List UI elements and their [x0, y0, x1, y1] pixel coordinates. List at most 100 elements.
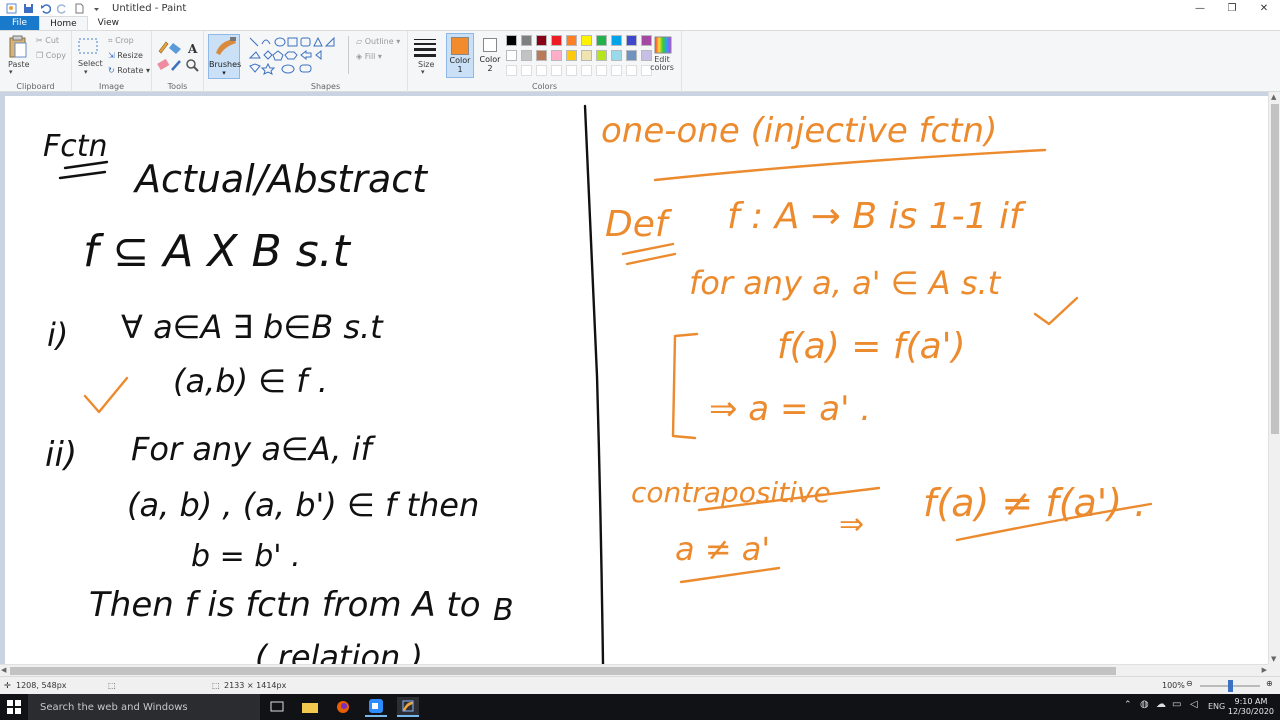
vertical-scrollbar[interactable]: ▲ ▼	[1268, 92, 1280, 664]
paste-button[interactable]	[8, 35, 28, 62]
zoom-out-icon[interactable]: ⊖	[1186, 679, 1193, 688]
file-explorer-icon[interactable]	[299, 697, 321, 717]
palette-custom-swatch[interactable]	[611, 65, 622, 76]
palette-swatch[interactable]	[566, 50, 577, 61]
palette-swatch[interactable]	[626, 50, 637, 61]
scroll-left-icon[interactable]: ◀	[1, 666, 6, 674]
taskbar-clock[interactable]: 9:10 AM 12/30/2020	[1228, 697, 1274, 717]
select-dropdown-icon[interactable]: ▾	[84, 68, 88, 76]
redo-icon[interactable]	[56, 3, 68, 14]
search-placeholder: Search the web and Windows	[40, 701, 188, 713]
tab-view[interactable]: View	[88, 16, 129, 30]
brushes-label: Brushes	[209, 60, 242, 69]
palette-swatch[interactable]	[521, 35, 532, 46]
scroll-up-icon[interactable]: ▲	[1271, 93, 1276, 101]
palette-custom-swatch[interactable]	[581, 65, 592, 76]
palette-swatch[interactable]	[551, 35, 562, 46]
zoom-slider[interactable]	[1200, 680, 1260, 692]
colors-group: Size ▾ Color 1 Color 2 Edit colors Color…	[408, 31, 682, 92]
palette-swatch[interactable]	[536, 50, 547, 61]
palette-swatch[interactable]	[506, 50, 517, 61]
zoom-slider-thumb[interactable]	[1228, 680, 1233, 692]
palette-swatch[interactable]	[596, 35, 607, 46]
minimize-icon[interactable]: —	[1184, 0, 1216, 16]
horizontal-scroll-thumb[interactable]	[10, 667, 1116, 675]
task-view-icon[interactable]	[266, 697, 288, 717]
pencil-icon[interactable]	[158, 41, 169, 54]
scroll-right-icon[interactable]: ▶	[1262, 666, 1267, 674]
size-dropdown-icon[interactable]: ▾	[421, 68, 425, 76]
fill-button[interactable]: ◈ Fill ▾	[356, 52, 382, 61]
horizontal-scrollbar[interactable]: ◀ ▶	[0, 664, 1268, 676]
palette-custom-swatch[interactable]	[521, 65, 532, 76]
network-tray-icon[interactable]: ◍	[1140, 699, 1149, 710]
palette-swatch[interactable]	[611, 50, 622, 61]
palette-custom-swatch[interactable]	[551, 65, 562, 76]
crop-button[interactable]: ⌗ Crop	[108, 36, 134, 46]
new-file-icon[interactable]	[74, 3, 85, 14]
taskbar-search[interactable]: Search the web and Windows	[28, 694, 260, 720]
maximize-icon[interactable]: ❐	[1216, 0, 1248, 16]
start-icon[interactable]	[3, 697, 25, 717]
scroll-down-icon[interactable]: ▼	[1271, 655, 1276, 663]
fill-icon[interactable]	[169, 43, 181, 54]
firefox-icon[interactable]	[332, 697, 354, 717]
shapes-gallery[interactable]	[248, 36, 348, 76]
magnifier-icon[interactable]	[186, 59, 199, 72]
save-icon[interactable]	[23, 3, 34, 14]
edit-colors-button[interactable]	[654, 36, 672, 57]
palette-swatch[interactable]	[581, 50, 592, 61]
color2-button[interactable]: Color 2	[478, 33, 502, 78]
palette-custom-swatch[interactable]	[596, 65, 607, 76]
text-icon[interactable]: A	[187, 42, 198, 56]
color-picker-icon[interactable]	[171, 60, 181, 71]
cond2-pairs: (a, b) , (a, b') ∈ f then	[127, 486, 479, 524]
size-button[interactable]	[413, 37, 437, 60]
customize-qa-icon[interactable]	[91, 3, 102, 14]
select-button[interactable]	[77, 36, 99, 59]
image-group: Select ▾ ⌗ Crop ⇲ Resize ↻ Rotate ▾ Imag…	[72, 31, 152, 92]
eraser-icon[interactable]	[157, 58, 170, 70]
vertical-scroll-thumb[interactable]	[1271, 104, 1279, 434]
paste-dropdown-icon[interactable]: ▾	[9, 68, 13, 76]
palette-swatch[interactable]	[506, 35, 517, 46]
color2-label: Color 2	[479, 55, 501, 73]
onedrive-tray-icon[interactable]: ☁	[1156, 699, 1166, 710]
palette-swatch[interactable]	[611, 35, 622, 46]
palette-swatch[interactable]	[641, 35, 652, 46]
palette-swatch[interactable]	[581, 35, 592, 46]
outline-label: Outline	[364, 37, 394, 46]
palette-custom-swatch[interactable]	[536, 65, 547, 76]
rotate-button[interactable]: ↻ Rotate ▾	[108, 66, 150, 75]
outline-button[interactable]: ▱ Outline ▾	[356, 37, 400, 46]
ribbon: Paste ▾ ✂ Cut ❐ Copy Clipboard Select ▾ …	[0, 31, 1280, 92]
palette-swatch[interactable]	[626, 35, 637, 46]
scissors-icon: ✂	[36, 36, 46, 45]
palette-swatch[interactable]	[596, 50, 607, 61]
color1-button[interactable]: Color 1	[446, 33, 474, 78]
close-icon[interactable]: ✕	[1248, 0, 1280, 16]
zoom-in-icon[interactable]: ⊕	[1266, 679, 1273, 688]
palette-swatch[interactable]	[521, 50, 532, 61]
resize-button[interactable]: ⇲ Resize	[108, 51, 143, 60]
language-indicator[interactable]: ENG	[1208, 702, 1225, 711]
palette-custom-swatch[interactable]	[566, 65, 577, 76]
show-hidden-icons-icon[interactable]: ⌃	[1124, 700, 1132, 710]
undo-icon[interactable]	[40, 3, 52, 14]
drawing-canvas[interactable]: Fctn Actual/Abstract f ⊆ A X B s.t i) ∀ …	[5, 96, 1268, 664]
shapes-scroll-icon[interactable]	[348, 36, 352, 74]
palette-custom-swatch[interactable]	[506, 65, 517, 76]
palette-custom-swatch[interactable]	[626, 65, 637, 76]
brushes-button[interactable]: Brushes ▾	[208, 34, 242, 79]
copy-button[interactable]: ❐ Copy	[36, 51, 66, 60]
battery-icon[interactable]: ▭	[1172, 699, 1181, 710]
zoom-app-icon[interactable]	[365, 697, 387, 717]
volume-icon[interactable]: ◁	[1190, 699, 1198, 710]
paint-taskbar-icon[interactable]	[397, 697, 419, 717]
palette-swatch[interactable]	[566, 35, 577, 46]
palette-swatch[interactable]	[536, 35, 547, 46]
tab-home[interactable]: Home	[39, 16, 88, 30]
tab-file[interactable]: File	[0, 16, 40, 30]
cut-button[interactable]: ✂ Cut	[36, 36, 59, 45]
palette-swatch[interactable]	[551, 50, 562, 61]
